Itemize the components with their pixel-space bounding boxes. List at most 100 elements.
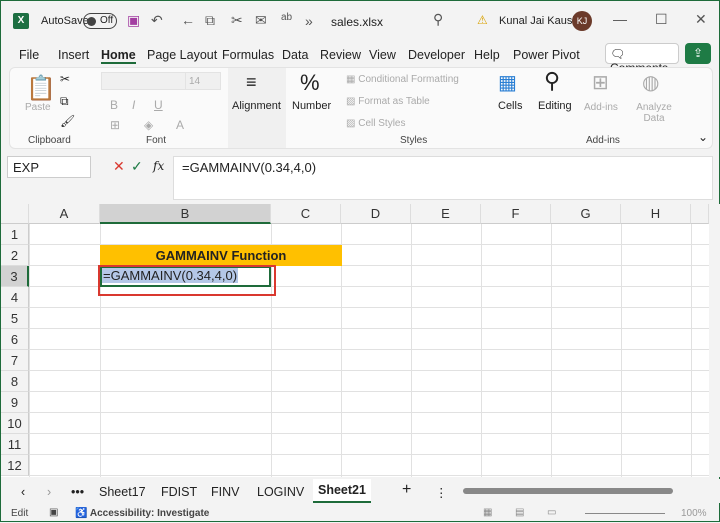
row-header[interactable]: 6 [1, 329, 29, 350]
borders-icon[interactable]: ⊞ [110, 118, 120, 132]
row-header[interactable]: 11 [1, 434, 29, 455]
comments-button[interactable]: 🗨 Comments [605, 43, 679, 75]
tab-page-layout[interactable]: Page Layout [147, 48, 217, 62]
bold-button[interactable]: B [110, 98, 118, 112]
search-icon[interactable]: ⚲ [433, 11, 443, 28]
sheet-tab[interactable]: Sheet17 [99, 485, 146, 499]
format-as-table-button[interactable]: ▨ Format as Table [346, 96, 430, 107]
accessibility-button[interactable]: ♿ Accessibility: Investigate [75, 508, 209, 519]
tab-view[interactable]: View [369, 48, 396, 62]
editing-icon[interactable]: ⚲ [544, 68, 560, 94]
analyze-data-button[interactable]: Analyze Data [636, 102, 672, 124]
column-header[interactable]: A [29, 204, 100, 224]
collapse-ribbon-icon[interactable]: ⌄ [698, 130, 708, 144]
column-header[interactable] [691, 204, 709, 224]
tab-help[interactable]: Help [474, 48, 500, 62]
sheet-tab[interactable]: FDIST [161, 485, 197, 499]
row-header[interactable]: 1 [1, 224, 29, 245]
avatar[interactable]: KJ [572, 11, 592, 31]
alignment-button[interactable]: ≡ Alignment [228, 68, 286, 148]
zoom-level[interactable]: 100% [681, 508, 707, 519]
minimize-icon[interactable]: — [613, 11, 627, 27]
column-header[interactable]: B [100, 204, 271, 224]
horizontal-scrollbar[interactable] [463, 488, 673, 494]
spreadsheet-grid[interactable]: A B C D E F G H 1 2 3 4 5 6 7 8 9 10 11 12 GAMMAINV… [1, 204, 709, 477]
row-header[interactable]: 4 [1, 287, 29, 308]
autosave-toggle[interactable]: Off [83, 13, 117, 29]
copy-icon[interactable]: ⧉ [205, 12, 215, 29]
close-icon[interactable]: ✕ [695, 11, 707, 28]
format-painter-icon[interactable]: 🖌 [60, 114, 75, 128]
zoom-slider[interactable] [585, 513, 665, 514]
vertical-scrollbar[interactable] [709, 204, 720, 477]
filename[interactable]: sales.xlsx [331, 15, 383, 29]
tab-review[interactable]: Review [320, 48, 361, 62]
row-header[interactable]: 10 [1, 413, 29, 434]
next-sheet-icon[interactable]: › [47, 485, 51, 499]
editing-button[interactable]: Editing [538, 100, 572, 112]
cells-icon[interactable]: ▦ [498, 70, 517, 95]
column-header[interactable]: D [341, 204, 411, 224]
column-header[interactable]: F [481, 204, 551, 224]
mail-icon[interactable]: ✉ [255, 12, 267, 29]
column-header[interactable]: G [551, 204, 621, 224]
italic-button[interactable]: I [132, 98, 135, 112]
percent-icon[interactable]: % [300, 70, 320, 96]
row-header[interactable]: 2 [1, 245, 29, 266]
row-header[interactable]: 3 [1, 266, 29, 287]
fill-color-icon[interactable]: ◈ [144, 118, 153, 132]
underline-button[interactable]: U [154, 98, 163, 112]
paste-button[interactable]: Paste [25, 102, 51, 113]
addins-icon[interactable]: ⊞ [592, 70, 609, 95]
enter-icon[interactable]: ✓ [131, 158, 143, 175]
page-layout-view-icon[interactable]: ▤ [515, 507, 524, 518]
tab-insert[interactable]: Insert [58, 48, 89, 62]
tab-developer[interactable]: Developer [408, 48, 465, 62]
normal-view-icon[interactable]: ▦ [483, 507, 492, 518]
select-all[interactable] [1, 204, 29, 224]
row-header[interactable]: 7 [1, 350, 29, 371]
font-name-select[interactable] [101, 72, 191, 90]
column-header[interactable]: C [271, 204, 341, 224]
name-box[interactable]: EXP [7, 156, 91, 178]
formula-input[interactable]: =GAMMAINV(0.34,4,0) [173, 156, 713, 200]
redo-icon[interactable]: ← [181, 12, 195, 28]
row-header[interactable]: 8 [1, 371, 29, 392]
tab-formulas[interactable]: Formulas [222, 48, 274, 62]
tab-power-pivot[interactable]: Power Pivot [513, 48, 580, 62]
conditional-formatting-button[interactable]: ▦ Conditional Formatting [346, 74, 459, 85]
macro-icon[interactable]: ▣ [49, 507, 58, 518]
row-header[interactable]: 5 [1, 308, 29, 329]
analyze-data-icon[interactable]: ◍ [642, 70, 659, 95]
paste-icon[interactable]: 📋 [26, 74, 56, 103]
sheet-tab-active[interactable]: Sheet21 [313, 479, 371, 503]
more-icon[interactable]: » [305, 13, 313, 29]
column-header[interactable]: H [621, 204, 691, 224]
insert-function-button[interactable]: fx [153, 159, 164, 173]
row-header[interactable]: 12 [1, 455, 29, 476]
tab-home[interactable]: Home [101, 48, 136, 64]
cut-icon[interactable]: ✂ [60, 72, 70, 86]
page-break-view-icon[interactable]: ▭ [547, 507, 556, 518]
font-color-icon[interactable]: A [176, 118, 184, 132]
save-icon[interactable]: ▣ [127, 12, 140, 29]
addins-button[interactable]: Add-ins [584, 102, 618, 113]
sheet-options-icon[interactable]: ⋮ [435, 485, 448, 500]
tab-data[interactable]: Data [282, 48, 308, 62]
number-button[interactable]: Number [292, 100, 331, 112]
spelling-icon[interactable]: ab [281, 12, 292, 23]
copy-icon[interactable]: ⧉ [60, 94, 69, 109]
cancel-icon[interactable]: ✕ [113, 158, 125, 175]
prev-sheet-icon[interactable]: ‹ [21, 485, 25, 499]
header-cell[interactable]: GAMMAINV Function [100, 245, 342, 266]
font-size-select[interactable]: 14 [185, 72, 221, 90]
tab-file[interactable]: File [19, 48, 39, 62]
cell-styles-button[interactable]: ▨ Cell Styles [346, 118, 405, 129]
sheet-tab[interactable]: LOGINV [257, 485, 304, 499]
cut-icon[interactable]: ✂ [231, 12, 243, 29]
share-button[interactable]: ⇪ [685, 43, 711, 64]
more-sheets-button[interactable]: ••• [71, 485, 84, 499]
add-sheet-button[interactable]: + [402, 481, 411, 499]
maximize-icon[interactable]: ☐ [655, 11, 668, 28]
row-header[interactable]: 9 [1, 392, 29, 413]
